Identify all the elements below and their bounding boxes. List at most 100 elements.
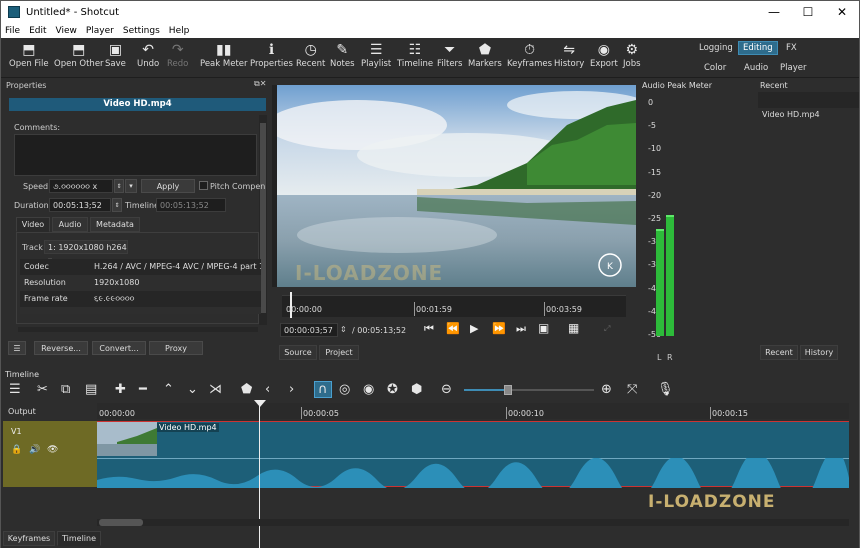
- mute-icon[interactable]: 🔊: [29, 445, 40, 455]
- timeline-clip[interactable]: Video HD.mp4: [97, 421, 849, 488]
- undo-button[interactable]: ↶ Undo: [137, 41, 159, 69]
- layout-logging[interactable]: Logging: [699, 43, 733, 53]
- position-timecode[interactable]: 00:00:03;57: [280, 323, 338, 337]
- duration-input[interactable]: 00:05:13;52: [49, 198, 111, 212]
- menu-help[interactable]: Help: [169, 26, 190, 36]
- close-button[interactable]: ✕: [825, 1, 859, 23]
- properties-menu-button[interactable]: ☰: [8, 341, 26, 355]
- eye-icon[interactable]: 👁: [47, 445, 58, 455]
- filters-button[interactable]: ⏷ Filters: [437, 41, 462, 69]
- layout-editing[interactable]: Editing: [738, 41, 778, 55]
- panel-float-icon[interactable]: ⧉✕: [254, 79, 266, 89]
- copy-icon[interactable]: ⧉: [61, 382, 70, 397]
- next-marker-icon[interactable]: ›: [289, 382, 294, 397]
- timeline-button[interactable]: ☷ Timeline: [397, 41, 433, 69]
- ripple-markers-icon[interactable]: ⬢: [411, 382, 422, 397]
- pitch-compensation-checkbox[interactable]: [199, 181, 208, 190]
- overwrite-icon[interactable]: ⌄: [187, 382, 198, 397]
- properties-button[interactable]: ℹ Properties: [250, 41, 293, 69]
- comments-field[interactable]: [14, 134, 257, 176]
- layout-audio[interactable]: Audio: [744, 63, 768, 73]
- paste-icon[interactable]: ▤: [85, 382, 97, 397]
- skip-previous-icon[interactable]: ⏮: [424, 322, 434, 336]
- jobs-button[interactable]: ⚙ Jobs: [623, 41, 641, 69]
- peak-meter-button[interactable]: ▮▮ Peak Meter: [200, 41, 248, 69]
- menu-player[interactable]: Player: [86, 26, 114, 36]
- speed-dropdown-icon[interactable]: ▾: [125, 179, 137, 193]
- tab-history[interactable]: History: [800, 345, 838, 360]
- markers-button[interactable]: ⬟ Markers: [468, 41, 502, 69]
- layout-player[interactable]: Player: [780, 63, 806, 73]
- layout-fx[interactable]: FX: [786, 43, 797, 53]
- codec-hscrollbar[interactable]: [18, 327, 258, 332]
- player-ruler[interactable]: 00:00:00 00:01:59 00:03:59: [282, 292, 626, 318]
- tab-video[interactable]: Video: [16, 217, 50, 232]
- history-button[interactable]: ⇋ History: [554, 41, 584, 69]
- proxy-button[interactable]: Proxy: [149, 341, 203, 355]
- redo-button[interactable]: ↷ Redo: [167, 41, 188, 69]
- ripple-all-icon[interactable]: ✪: [387, 382, 398, 397]
- convert-button[interactable]: Convert...: [92, 341, 146, 355]
- minimize-button[interactable]: —: [757, 1, 791, 23]
- recent-item[interactable]: Video HD.mp4: [762, 110, 820, 119]
- grid-icon[interactable]: ▦: [568, 321, 579, 335]
- playhead-marker-icon[interactable]: [254, 400, 266, 407]
- menu-view[interactable]: View: [56, 26, 77, 36]
- play-icon[interactable]: ▶: [470, 322, 478, 335]
- recent-search-field[interactable]: [758, 92, 859, 108]
- video-preview[interactable]: K I-LOADZONE: [277, 85, 636, 287]
- save-button[interactable]: ▣ Save: [105, 41, 126, 69]
- open-other-button[interactable]: ⬒ Open Other: [54, 41, 104, 69]
- zoom-icon[interactable]: ⤢: [604, 324, 610, 334]
- zoom-in-icon[interactable]: ⊕: [601, 382, 612, 397]
- record-audio-icon[interactable]: 🎙: [657, 382, 674, 397]
- tab-project[interactable]: Project: [319, 345, 359, 360]
- tab-source[interactable]: Source: [279, 345, 317, 360]
- track-select[interactable]: 1: 1920x1080 h264 ▾: [44, 240, 128, 265]
- timeline-playhead[interactable]: [259, 403, 260, 548]
- scrub-icon[interactable]: ◎: [339, 382, 350, 397]
- position-spin-icon[interactable]: ⇕: [340, 325, 347, 334]
- fast-forward-icon[interactable]: ⏩: [492, 322, 506, 335]
- split-icon[interactable]: ⋊: [209, 382, 222, 397]
- lock-icon[interactable]: 🔒: [11, 445, 22, 455]
- cut-icon[interactable]: ✂: [37, 382, 48, 397]
- keyframes-button[interactable]: ⏱ Keyframes: [507, 41, 552, 69]
- menu-file[interactable]: File: [5, 26, 20, 36]
- lift-icon[interactable]: ⌃: [163, 382, 174, 397]
- menu-settings[interactable]: Settings: [123, 26, 160, 36]
- layout-color[interactable]: Color: [704, 63, 726, 73]
- volume-icon[interactable]: ▣: [538, 321, 549, 335]
- track-header-v1[interactable]: V1 🔒 🔊 👁: [3, 421, 97, 487]
- zoom-slider[interactable]: [464, 385, 594, 395]
- duration-spin-icon[interactable]: ⇕: [112, 198, 122, 212]
- open-file-button[interactable]: ⬒ Open File: [9, 41, 49, 69]
- skip-next-icon[interactable]: ⏭: [516, 322, 526, 336]
- rewind-icon[interactable]: ⏪: [446, 322, 460, 335]
- timeline-hscrollbar[interactable]: [97, 519, 849, 526]
- speed-input[interactable]: ૭.૦૦૦૦૦૦ x: [49, 179, 113, 193]
- tab-timeline[interactable]: Timeline: [57, 531, 101, 546]
- zoom-out-icon[interactable]: ⊖: [441, 382, 452, 397]
- ripple-icon[interactable]: ◉: [363, 382, 374, 397]
- speed-spin-icon[interactable]: ⇕: [114, 179, 124, 193]
- playlist-button[interactable]: ☰ Playlist: [361, 41, 391, 69]
- tab-recent[interactable]: Recent: [760, 345, 798, 360]
- notes-button[interactable]: ✎ Notes: [330, 41, 355, 69]
- tab-audio[interactable]: Audio: [52, 217, 88, 232]
- tab-keyframes[interactable]: Keyframes: [3, 531, 55, 546]
- remove-icon[interactable]: ━: [139, 382, 147, 397]
- zoom-fit-icon[interactable]: ⤧: [627, 382, 637, 397]
- snap-icon[interactable]: ∩: [314, 381, 332, 398]
- export-button[interactable]: ◉ Export: [590, 41, 618, 69]
- tab-metadata[interactable]: Metadata: [90, 217, 140, 232]
- reverse-button[interactable]: Reverse...: [34, 341, 88, 355]
- recent-button[interactable]: ◷ Recent: [296, 41, 325, 69]
- marker-icon[interactable]: ⬟: [241, 382, 252, 397]
- menu-edit[interactable]: Edit: [29, 26, 46, 36]
- maximize-button[interactable]: ☐: [791, 1, 825, 23]
- prev-marker-icon[interactable]: ‹: [265, 382, 270, 397]
- apply-speed-button[interactable]: Apply: [141, 179, 195, 193]
- timeline-menu-icon[interactable]: ☰: [9, 382, 21, 397]
- append-icon[interactable]: ✚: [115, 382, 126, 397]
